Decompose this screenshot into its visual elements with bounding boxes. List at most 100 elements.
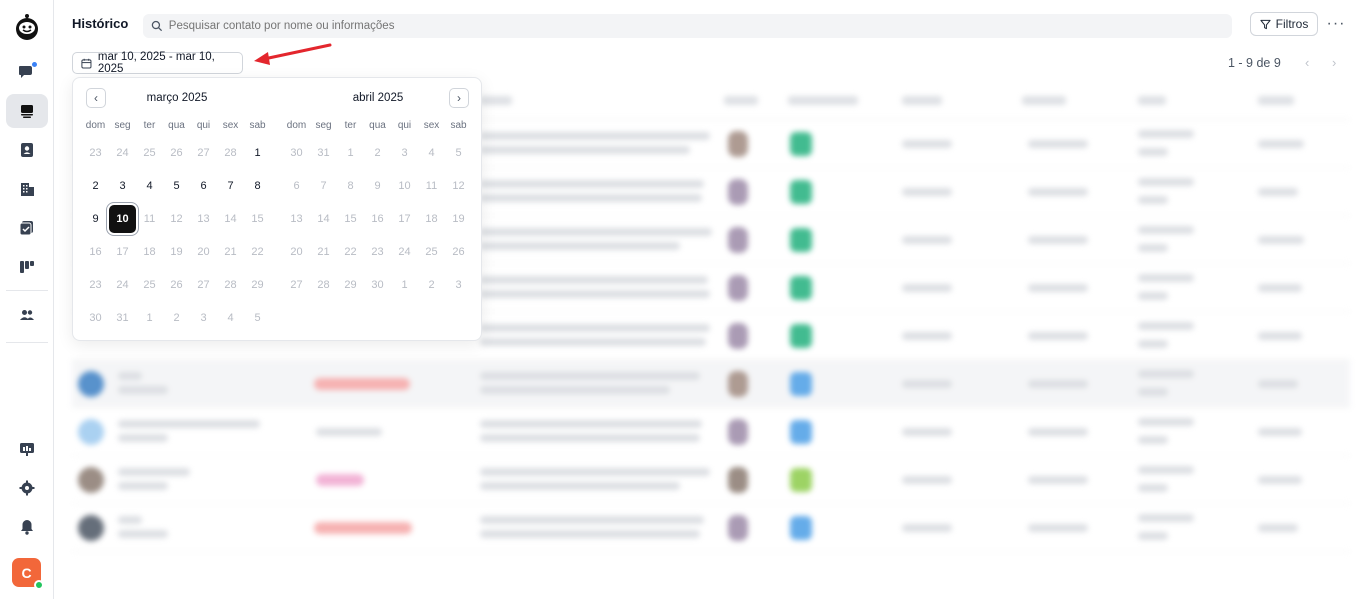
calendar-day[interactable]: 7: [217, 172, 244, 200]
calendar-day[interactable]: 16: [364, 205, 391, 233]
calendar-day[interactable]: 12: [445, 172, 472, 200]
sidebar-item-team[interactable]: [6, 298, 48, 332]
calendar-day[interactable]: 19: [445, 205, 472, 233]
calendar-day[interactable]: 29: [337, 271, 364, 299]
calendar-day[interactable]: 23: [364, 238, 391, 266]
calendar-day[interactable]: 11: [418, 172, 445, 200]
calendar-day[interactable]: 26: [163, 271, 190, 299]
calendar-day[interactable]: 27: [283, 271, 310, 299]
calendar-day[interactable]: 14: [310, 205, 337, 233]
sidebar-item-contacts[interactable]: [6, 133, 48, 167]
calendar-day[interactable]: 28: [217, 139, 244, 167]
sidebar-item-notifications[interactable]: [6, 510, 48, 544]
calendar-day[interactable]: 19: [163, 238, 190, 266]
calendar-day[interactable]: 26: [163, 139, 190, 167]
date-range-button[interactable]: mar 10, 2025 - mar 10, 2025: [72, 51, 243, 75]
calendar-day[interactable]: 28: [310, 271, 337, 299]
search-input[interactable]: [168, 20, 1232, 32]
calendar-day[interactable]: 25: [136, 139, 163, 167]
calendar-day[interactable]: 4: [136, 172, 163, 200]
calendar-day[interactable]: 6: [190, 172, 217, 200]
sidebar-item-settings[interactable]: [6, 471, 48, 505]
calendar-day[interactable]: 23: [82, 139, 109, 167]
calendar-day[interactable]: 18: [136, 238, 163, 266]
calendar-day[interactable]: 14: [217, 205, 244, 233]
table-row[interactable]: [72, 360, 1350, 408]
calendar-day[interactable]: 5: [244, 304, 271, 332]
sidebar-item-chats[interactable]: [6, 55, 48, 89]
sidebar-item-companies[interactable]: [6, 172, 48, 206]
calendar-day[interactable]: 4: [418, 139, 445, 167]
calendar-day[interactable]: 3: [109, 172, 136, 200]
calendar-day[interactable]: 17: [391, 205, 418, 233]
calendar-day[interactable]: 28: [217, 271, 244, 299]
table-row[interactable]: [72, 408, 1350, 456]
more-options-icon[interactable]: ···: [1326, 14, 1346, 34]
calendar-day[interactable]: 11: [136, 205, 163, 233]
calendar-day[interactable]: 8: [244, 172, 271, 200]
calendar-day[interactable]: 3: [190, 304, 217, 332]
calendar-day[interactable]: 3: [391, 139, 418, 167]
search-bar[interactable]: [143, 14, 1232, 38]
calendar-day[interactable]: 13: [283, 205, 310, 233]
calendar-day[interactable]: 25: [418, 238, 445, 266]
calendar-day[interactable]: 30: [283, 139, 310, 167]
calendar-day[interactable]: 5: [163, 172, 190, 200]
calendar-day[interactable]: 30: [82, 304, 109, 332]
filters-button[interactable]: Filtros: [1250, 12, 1318, 36]
sidebar-item-history[interactable]: [6, 94, 48, 128]
calendar-day[interactable]: 24: [391, 238, 418, 266]
calendar-day[interactable]: 21: [217, 238, 244, 266]
calendar-day[interactable]: 22: [337, 238, 364, 266]
calendar-day[interactable]: 20: [190, 238, 217, 266]
sidebar-item-tasks[interactable]: [6, 211, 48, 245]
calendar-day[interactable]: 16: [82, 238, 109, 266]
calendar-day[interactable]: 2: [364, 139, 391, 167]
calendar-day[interactable]: 8: [337, 172, 364, 200]
calendar-day[interactable]: 27: [190, 271, 217, 299]
calendar-day[interactable]: 10: [391, 172, 418, 200]
calendar-day[interactable]: 15: [337, 205, 364, 233]
sidebar-item-kanban[interactable]: [6, 250, 48, 284]
calendar-day[interactable]: 24: [109, 139, 136, 167]
prev-page-button[interactable]: ‹: [1305, 55, 1309, 70]
calendar-day[interactable]: 9: [364, 172, 391, 200]
calendar-day[interactable]: 12: [163, 205, 190, 233]
table-row[interactable]: [72, 504, 1350, 552]
calendar-day[interactable]: 1: [391, 271, 418, 299]
calendar-day[interactable]: 31: [310, 139, 337, 167]
calendar-day[interactable]: 18: [418, 205, 445, 233]
calendar-day[interactable]: 1: [244, 139, 271, 167]
calendar-day[interactable]: 22: [244, 238, 271, 266]
calendar-day[interactable]: 27: [190, 139, 217, 167]
calendar-day[interactable]: 31: [109, 304, 136, 332]
calendar-day[interactable]: 24: [109, 271, 136, 299]
calendar-day[interactable]: 26: [445, 238, 472, 266]
calendar-day[interactable]: 17: [109, 238, 136, 266]
calendar-day[interactable]: 7: [310, 172, 337, 200]
calendar-day[interactable]: 23: [82, 271, 109, 299]
calendar-day[interactable]: 1: [136, 304, 163, 332]
calendar-day[interactable]: 2: [82, 172, 109, 200]
calendar-day-selected[interactable]: 10: [109, 205, 136, 233]
calendar-day[interactable]: 20: [283, 238, 310, 266]
calendar-day[interactable]: 3: [445, 271, 472, 299]
table-row[interactable]: [72, 456, 1350, 504]
calendar-day[interactable]: 9: [82, 205, 109, 233]
calendar-day[interactable]: 30: [364, 271, 391, 299]
app-logo[interactable]: [12, 12, 42, 42]
calendar-day[interactable]: 2: [163, 304, 190, 332]
calendar-day[interactable]: 4: [217, 304, 244, 332]
calendar-day[interactable]: 1: [337, 139, 364, 167]
calendar-day[interactable]: 15: [244, 205, 271, 233]
calendar-day[interactable]: 25: [136, 271, 163, 299]
calendar-day[interactable]: 29: [244, 271, 271, 299]
next-page-button[interactable]: ›: [1332, 55, 1336, 70]
calendar-day[interactable]: 21: [310, 238, 337, 266]
calendar-day[interactable]: 6: [283, 172, 310, 200]
calendar-day[interactable]: 5: [445, 139, 472, 167]
calendar-day[interactable]: 2: [418, 271, 445, 299]
calendar-day[interactable]: 13: [190, 205, 217, 233]
sidebar-item-presentation[interactable]: [6, 432, 48, 466]
user-avatar[interactable]: C: [12, 558, 44, 590]
